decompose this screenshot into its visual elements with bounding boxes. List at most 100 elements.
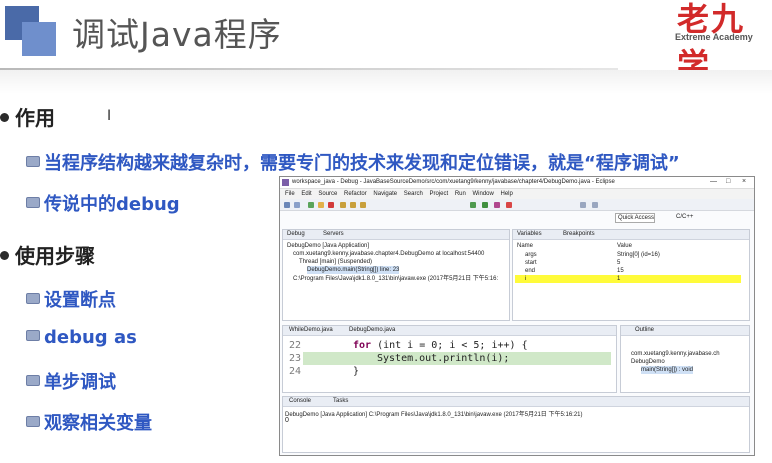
sub-bullet-debug: 传说中的debug xyxy=(26,190,180,216)
bullet-steps: 使用步骤 xyxy=(0,240,95,269)
debug-tree-thread[interactable]: Thread [main] (Suspended) xyxy=(299,258,372,266)
logo-sub-text: Extreme Academy xyxy=(675,32,753,42)
suspend-icon[interactable] xyxy=(318,202,324,208)
text-cursor-icon: I xyxy=(107,108,112,124)
sub-bullet-description: 当程序结构越来越复杂时，需要专门的技术来发现和定位错误，就是“程序调试” xyxy=(26,149,680,175)
external-tools-icon[interactable] xyxy=(494,202,500,208)
debug-view: Debug Servers DebugDemo [Java Applicatio… xyxy=(282,229,510,321)
debug-view-tabs: Debug Servers xyxy=(283,230,509,240)
header-shadow xyxy=(0,70,772,94)
tab-debug[interactable]: Debug xyxy=(287,231,305,237)
step-over-icon[interactable] xyxy=(350,202,356,208)
sub-bullet-icon xyxy=(26,330,40,341)
debug-tree-target[interactable]: com.xuetang9.kenny.javabase.chapter4.Deb… xyxy=(293,250,484,258)
bullet-purpose: 作用 xyxy=(0,102,55,131)
close-button[interactable]: × xyxy=(742,178,746,185)
main-toolbar xyxy=(280,199,754,211)
tab-whiledemo[interactable]: WhileDemo.java xyxy=(289,327,333,333)
save-icon[interactable] xyxy=(294,202,300,208)
outline-method[interactable]: main(String[]) : void xyxy=(641,366,694,374)
quick-access-input[interactable]: Quick Access xyxy=(615,213,655,223)
console-tabs: Console Tasks xyxy=(283,397,749,407)
tab-outline[interactable]: Outline xyxy=(635,327,654,333)
title-square-light xyxy=(22,22,56,56)
new-java-icon[interactable] xyxy=(506,202,512,208)
var-name-i[interactable]: i xyxy=(525,275,526,283)
console-header: DebugDemo [Java Application] C:\Program … xyxy=(285,412,583,418)
sub-bullet-icon xyxy=(26,293,40,304)
menu-window[interactable]: Window xyxy=(473,189,494,199)
debug-tree-process[interactable]: C:\Program Files\Java\jdk1.8.0_131\bin\j… xyxy=(293,275,498,283)
outline-view: Outline com.xuetang9.kenny.javabase.ch D… xyxy=(620,325,750,393)
header-divider xyxy=(0,68,618,70)
menu-run[interactable]: Run xyxy=(455,189,466,199)
nav-back-icon[interactable] xyxy=(580,202,586,208)
window-titlebar: workspace_java - Debug - JavaBaseSourceD… xyxy=(280,177,754,189)
code-line-23[interactable]: System.out.println(i); xyxy=(377,353,509,364)
menu-search[interactable]: Search xyxy=(404,189,423,199)
tab-breakpoints[interactable]: Breakpoints xyxy=(563,231,595,237)
code-line-22[interactable]: for (int i = 0; i < 5; i++) { xyxy=(353,340,528,351)
run-icon[interactable] xyxy=(482,202,488,208)
eclipse-icon xyxy=(282,179,289,186)
tab-tasks[interactable]: Tasks xyxy=(333,398,348,404)
tab-variables[interactable]: Variables xyxy=(517,231,542,237)
code-line-24[interactable]: } xyxy=(353,366,359,377)
menu-project[interactable]: Project xyxy=(429,189,448,199)
academy-logo: 老九学 Extreme Academy xyxy=(655,0,772,84)
menu-help[interactable]: Help xyxy=(501,189,513,199)
var-value-end: 15 xyxy=(617,268,624,274)
new-icon[interactable] xyxy=(284,202,290,208)
var-header-name: Name xyxy=(517,243,534,249)
tab-debugdemo[interactable]: DebugDemo.java xyxy=(349,327,395,333)
var-name-args[interactable]: args xyxy=(525,251,537,259)
maximize-button[interactable]: □ xyxy=(726,178,730,185)
resume-icon[interactable] xyxy=(308,202,314,208)
tab-console[interactable]: Console xyxy=(289,398,311,404)
debug-icon[interactable] xyxy=(470,202,476,208)
outline-class[interactable]: DebugDemo xyxy=(631,358,665,366)
outline-package[interactable]: com.xuetang9.kenny.javabase.ch xyxy=(631,350,720,358)
var-name-end[interactable]: end xyxy=(525,267,535,275)
sub-bullet-icon xyxy=(26,375,40,386)
menu-source[interactable]: Source xyxy=(318,189,337,199)
tab-servers[interactable]: Servers xyxy=(323,231,344,237)
var-value-args: String[0] (id=16) xyxy=(617,252,660,258)
editor-view: WhileDemo.java DebugDemo.java 22 23 24 f… xyxy=(282,325,617,393)
var-name-start[interactable]: start xyxy=(525,259,537,267)
var-value-i: 1 xyxy=(617,276,621,282)
menu-file[interactable]: File xyxy=(285,189,295,199)
line-number-22: 22 xyxy=(289,340,302,351)
var-row-highlight xyxy=(515,275,741,283)
eclipse-window: workspace_java - Debug - JavaBaseSourceD… xyxy=(279,176,755,456)
menu-edit[interactable]: Edit xyxy=(301,189,311,199)
debug-tree-frame[interactable]: DebugDemo.main(String[]) line: 23 xyxy=(307,266,400,274)
terminate-icon[interactable] xyxy=(328,202,334,208)
sub-bullet-step: 单步调试 xyxy=(26,368,116,394)
sub-bullet-icon xyxy=(26,416,40,427)
minimize-button[interactable]: — xyxy=(710,178,717,185)
editor-tabs: WhileDemo.java DebugDemo.java xyxy=(283,326,616,336)
sub-bullet-breakpoint: 设置断点 xyxy=(26,286,116,312)
bullet-dot-icon xyxy=(0,251,9,260)
bullet-dot-icon xyxy=(0,113,9,122)
outline-tabs: Outline xyxy=(621,326,749,336)
step-into-icon[interactable] xyxy=(340,202,346,208)
sub-bullet-debug-as: debug as xyxy=(26,327,137,348)
line-number-24: 24 xyxy=(289,366,302,377)
variables-view: Variables Breakpoints Name Value args St… xyxy=(512,229,750,321)
var-value-start: 5 xyxy=(617,260,621,266)
var-header-value: Value xyxy=(617,243,632,249)
line-number-23: 23 xyxy=(289,353,302,364)
debug-tree-app[interactable]: DebugDemo [Java Application] xyxy=(287,242,369,250)
sub-bullet-variables: 观察相关变量 xyxy=(26,409,152,435)
menu-bar: File Edit Source Refactor Navigate Searc… xyxy=(280,189,754,199)
slide-title: 调试Java程序 xyxy=(72,15,282,54)
perspective-cpp[interactable]: C/C++ xyxy=(676,214,693,220)
window-title: workspace_java - Debug - JavaBaseSourceD… xyxy=(292,179,615,185)
console-output[interactable]: 0 xyxy=(285,417,289,424)
step-return-icon[interactable] xyxy=(360,202,366,208)
menu-refactor[interactable]: Refactor xyxy=(344,189,367,199)
nav-forward-icon[interactable] xyxy=(592,202,598,208)
menu-navigate[interactable]: Navigate xyxy=(373,189,397,199)
